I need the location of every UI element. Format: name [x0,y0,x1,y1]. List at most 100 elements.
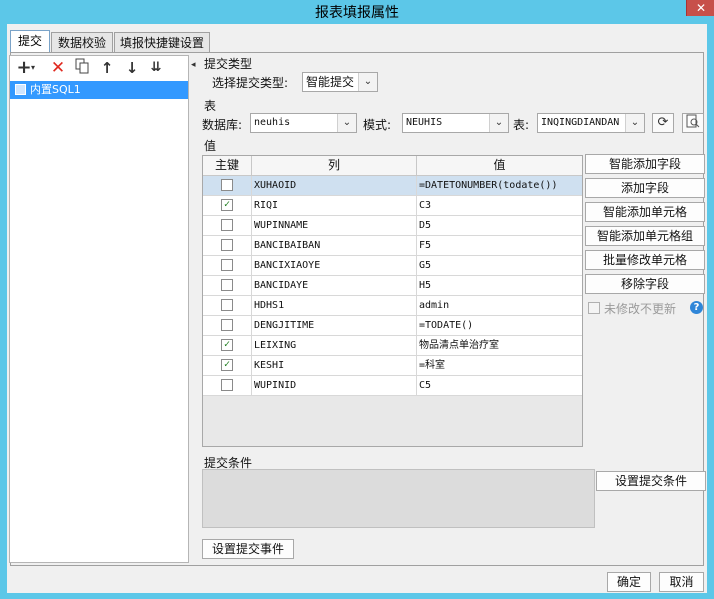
tab-data-validation[interactable]: 数据校验 [51,32,113,52]
column-cell[interactable]: LEIXING [252,336,417,355]
column-cell[interactable]: WUPINID [252,376,417,395]
key-checkbox[interactable] [221,239,233,251]
column-cell[interactable]: RIQI [252,196,417,215]
database-select[interactable]: neuhis ⌄ [250,113,357,133]
no-update-label: 未修改不更新 [604,302,677,316]
table-select[interactable]: INQINGDIANDAN ⌄ [537,113,645,133]
chevron-down-icon[interactable]: ⌄ [489,114,508,132]
preview-icon[interactable] [682,113,704,133]
chevron-down-icon[interactable]: ⌄ [625,114,644,132]
tab-submit[interactable]: 提交 [10,30,50,53]
title-bar: 报表填报属性 ✕ [0,0,714,24]
value-cell[interactable]: C3 [417,196,582,215]
column-cell[interactable]: BANCIDAYE [252,276,417,295]
column-cell[interactable]: BANCIBAIBAN [252,236,417,255]
table-row[interactable]: DENGJITIME =TODATE() [203,316,582,336]
table-row[interactable]: ✓ RIQI C3 [203,196,582,216]
smart-add-cell-group-button[interactable]: 智能添加单元格组 [585,226,705,246]
ok-button[interactable]: 确定 [607,572,651,592]
column-cell[interactable]: KESHI [252,356,417,375]
smart-add-field-button[interactable]: 智能添加字段 [585,154,705,174]
key-checkbox[interactable] [221,299,233,311]
chevron-down-icon[interactable]: ▾ [28,58,38,78]
key-checkbox[interactable] [221,219,233,231]
value-cell[interactable]: H5 [417,276,582,295]
key-checkbox[interactable] [221,279,233,291]
help-icon[interactable]: ? [690,301,703,314]
value-cell[interactable]: C5 [417,376,582,395]
table-row[interactable]: WUPINNAME D5 [203,216,582,236]
value-cell[interactable]: =DATETONUMBER(todate()) [417,176,582,195]
value-cell[interactable]: =科室 [417,356,582,375]
cancel-button[interactable]: 取消 [659,572,704,592]
value-cell[interactable]: admin [417,296,582,315]
close-button[interactable]: ✕ [686,0,714,16]
submit-type-select[interactable]: 智能提交 ⌄ [302,72,378,92]
smart-add-cell-button[interactable]: 智能添加单元格 [585,202,705,222]
key-checkbox[interactable]: ✓ [221,199,233,211]
table-row[interactable]: BANCIXIAOYE G5 [203,256,582,276]
header-value[interactable]: 值 [417,156,582,175]
move-down-icon[interactable]: ↓ [122,58,142,78]
schema-select[interactable]: NEUHIS ⌄ [402,113,509,133]
database-value: neuhis [254,117,291,128]
key-checkbox[interactable] [221,259,233,271]
window-title: 报表填报属性 [315,5,399,21]
column-cell[interactable]: DENGJITIME [252,316,417,335]
key-checkbox[interactable] [221,179,233,191]
value-cell[interactable]: 物品清点单治疗室 [417,336,582,355]
key-cell [203,176,252,195]
chevron-down-icon[interactable]: ⌄ [337,114,356,132]
refresh-icon[interactable]: ⟳ [652,113,674,133]
sql-list-item[interactable]: 内置SQL1 [10,81,188,99]
submit-type-section-label: 提交类型 [204,57,253,71]
value-cell[interactable]: G5 [417,256,582,275]
table-row[interactable]: HDHS1 admin [203,296,582,316]
database-label: 数据库: [202,118,243,132]
remove-field-button[interactable]: 移除字段 [585,274,705,294]
batch-modify-cell-button[interactable]: 批量修改单元格 [585,250,705,270]
header-column[interactable]: 列 [252,156,417,175]
table-row[interactable]: XUHAOID =DATETONUMBER(todate()) [203,176,582,196]
add-field-button[interactable]: 添加字段 [585,178,705,198]
sql-list-panel: + ▾ ✕ ↑ ↓ ⇊ 内置SQL1 [9,55,189,563]
value-cell[interactable]: F5 [417,236,582,255]
chevron-down-icon[interactable]: ⌄ [358,73,377,91]
delete-icon[interactable]: ✕ [48,58,68,78]
table-row[interactable]: WUPINID C5 [203,376,582,396]
key-cell [203,236,252,255]
sql-toolbar: + ▾ ✕ ↑ ↓ ⇊ [10,56,188,80]
copy-icon[interactable] [72,58,92,78]
key-checkbox[interactable]: ✓ [221,359,233,371]
value-cell[interactable]: D5 [417,216,582,235]
condition-box[interactable] [202,469,595,528]
column-cell[interactable]: HDHS1 [252,296,417,315]
table-label: 表: [513,118,530,132]
set-condition-button[interactable]: 设置提交条件 [596,471,706,491]
move-up-icon[interactable]: ↑ [97,58,117,78]
key-checkbox[interactable] [221,379,233,391]
table-header: 主键 列 值 [203,156,582,176]
key-cell [203,376,252,395]
column-cell[interactable]: BANCIXIAOYE [252,256,417,275]
key-cell [203,276,252,295]
tab-shortcut-settings[interactable]: 填报快捷键设置 [114,32,210,52]
move-bottom-icon[interactable]: ⇊ [146,58,166,78]
no-update-checkbox[interactable] [588,302,600,314]
column-cell[interactable]: XUHAOID [252,176,417,195]
table-row[interactable]: BANCIBAIBAN F5 [203,236,582,256]
splitter-arrow-icon[interactable]: ◂ [191,60,196,70]
table-row[interactable]: ✓ KESHI =科室 [203,356,582,376]
key-checkbox[interactable]: ✓ [221,339,233,351]
key-cell: ✓ [203,196,252,215]
table-row[interactable]: BANCIDAYE H5 [203,276,582,296]
table-section-label: 表 [204,99,217,113]
schema-label: 模式: [363,118,392,132]
table-row[interactable]: ✓ LEIXING 物品清点单治疗室 [203,336,582,356]
key-checkbox[interactable] [221,319,233,331]
value-cell[interactable]: =TODATE() [417,316,582,335]
column-cell[interactable]: WUPINNAME [252,216,417,235]
set-event-button[interactable]: 设置提交事件 [202,539,294,559]
key-cell [203,316,252,335]
header-key[interactable]: 主键 [203,156,252,175]
